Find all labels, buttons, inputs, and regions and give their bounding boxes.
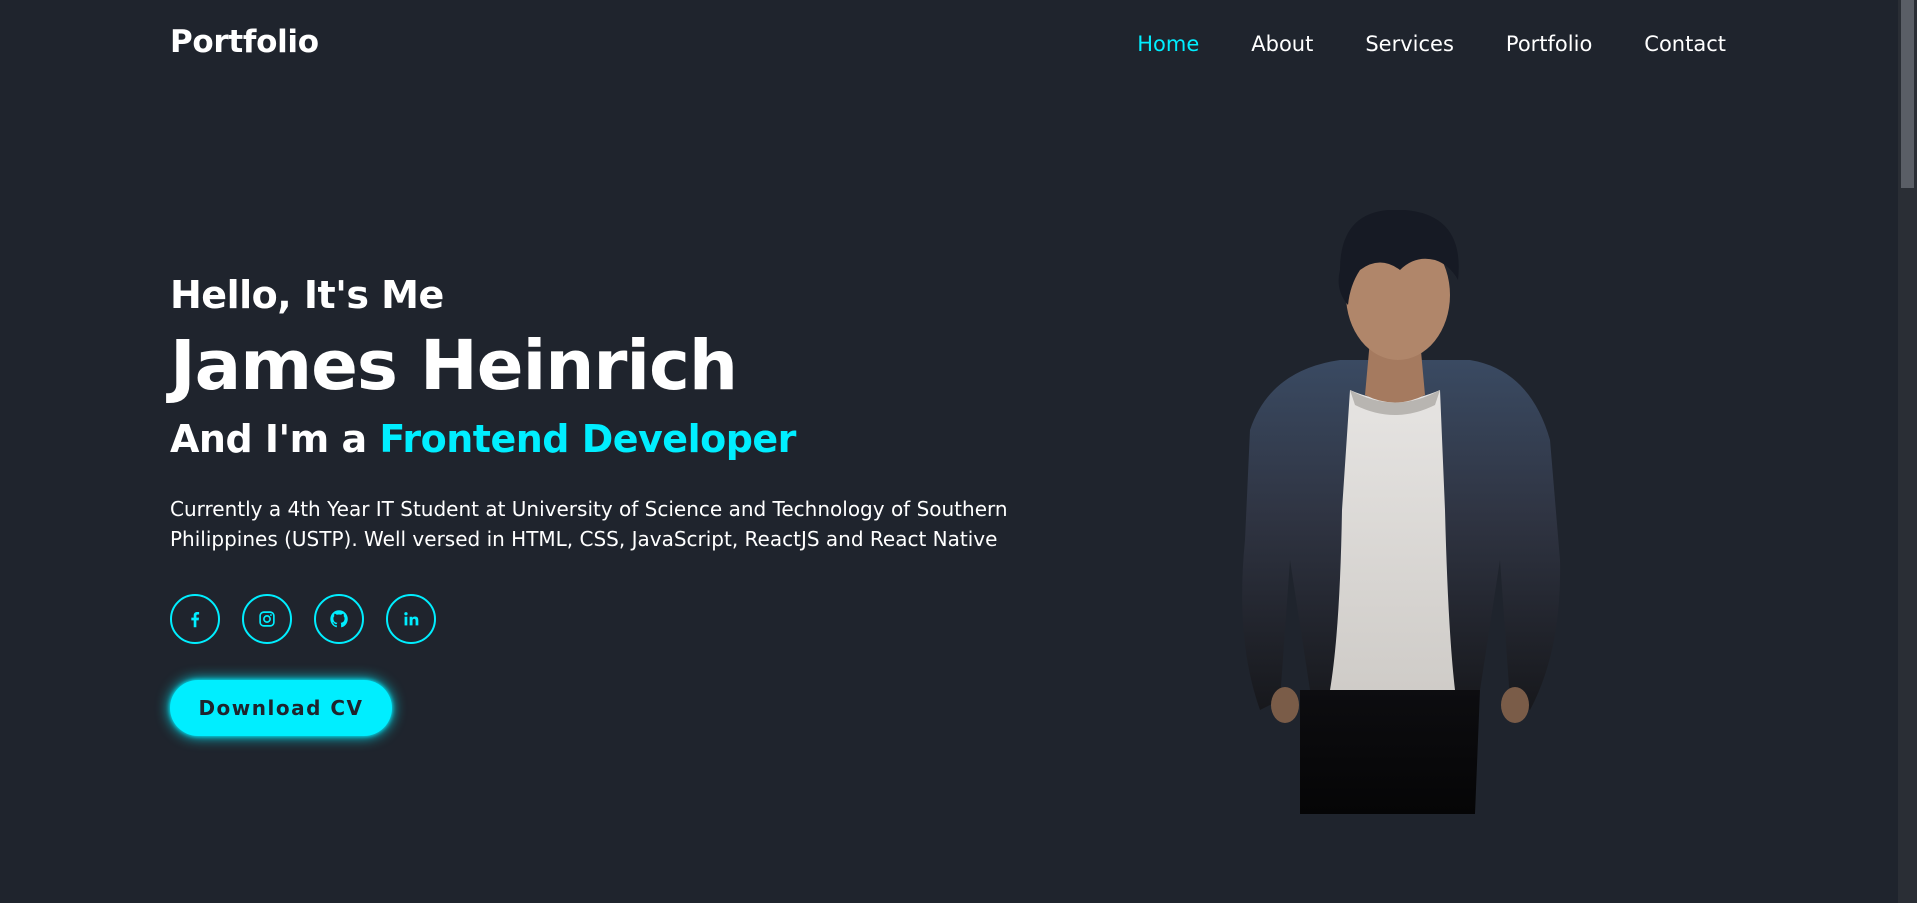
site-header: Portfolio Home About Services Portfolio …: [0, 0, 1898, 90]
hero-greeting: Hello, It's Me: [170, 273, 444, 317]
social-links: [170, 594, 1030, 644]
download-cv-button[interactable]: Download CV: [170, 680, 392, 736]
profile-photo: [1230, 210, 1580, 814]
role-prefix: And I'm a: [170, 417, 367, 461]
main-nav: Home About Services Portfolio Contact: [1137, 32, 1726, 56]
instagram-icon: [256, 608, 278, 630]
nav-portfolio[interactable]: Portfolio: [1506, 32, 1592, 56]
linkedin-link[interactable]: [386, 594, 436, 644]
github-icon: [328, 608, 350, 630]
facebook-icon: [184, 608, 206, 630]
hero-bio: Currently a 4th Year IT Student at Unive…: [170, 497, 1008, 551]
page-scrollbar[interactable]: [1898, 0, 1917, 903]
nav-about[interactable]: About: [1251, 32, 1313, 56]
hero-content: Hello, It's Me James Heinrich And I'm a …: [170, 270, 1030, 736]
scrollbar-thumb[interactable]: [1901, 0, 1914, 188]
nav-home[interactable]: Home: [1137, 32, 1199, 56]
github-link[interactable]: [314, 594, 364, 644]
linkedin-icon: [400, 608, 422, 630]
instagram-link[interactable]: [242, 594, 292, 644]
hero-name: James Heinrich: [170, 326, 738, 406]
facebook-link[interactable]: [170, 594, 220, 644]
nav-services[interactable]: Services: [1365, 32, 1454, 56]
nav-contact[interactable]: Contact: [1644, 32, 1726, 56]
profile-photo-graphic: [1242, 210, 1561, 814]
logo[interactable]: Portfolio: [170, 24, 319, 60]
hero-role: And I'm a Frontend Developer: [170, 414, 1030, 464]
page: Portfolio Home About Services Portfolio …: [0, 0, 1917, 903]
role-highlight: Frontend Developer: [379, 417, 796, 461]
